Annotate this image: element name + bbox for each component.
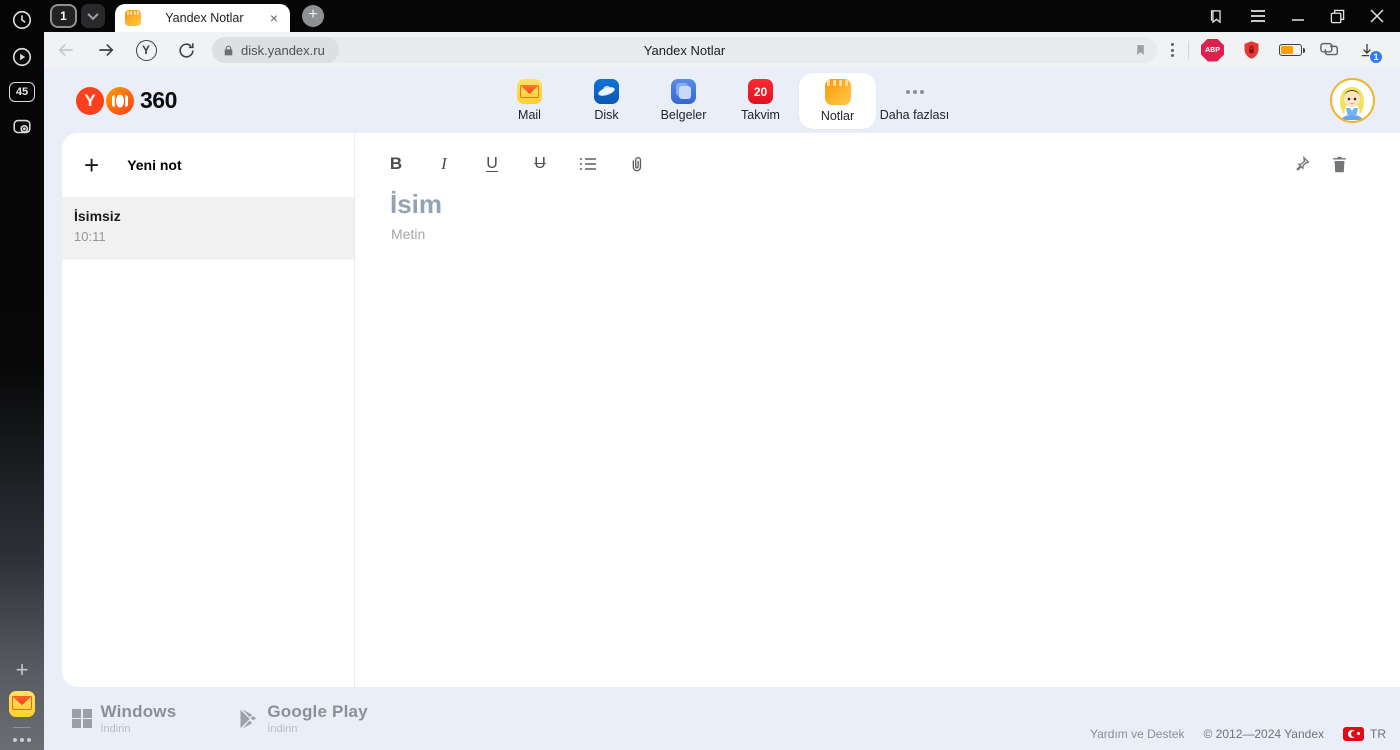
copyright-text: © 2012—2024 Yandex bbox=[1203, 727, 1325, 741]
page: Y 360 Mail Disk Belgeler 20 Takvim Notla… bbox=[44, 68, 1400, 750]
active-tab[interactable]: Yandex Notlar × bbox=[115, 4, 290, 32]
calendar-app-icon: 20 bbox=[748, 79, 773, 104]
tab-title: Yandex Notlar bbox=[165, 11, 244, 25]
extensions-icon[interactable] bbox=[1319, 40, 1341, 60]
forward-button[interactable] bbox=[92, 36, 120, 64]
omnibox-page-title: Yandex Notlar bbox=[643, 42, 726, 58]
address-bar[interactable]: disk.yandex.ru Yandex Notlar bbox=[212, 37, 1157, 63]
close-window-icon[interactable] bbox=[1370, 9, 1384, 23]
app-notlar[interactable]: Notlar bbox=[799, 72, 876, 129]
tab-list-chevron-button[interactable] bbox=[81, 4, 105, 28]
rail-divider bbox=[13, 727, 31, 728]
strikethrough-button[interactable]: U bbox=[529, 155, 551, 173]
battery-saver-icon[interactable] bbox=[1279, 44, 1305, 56]
language-selector[interactable]: TR bbox=[1343, 727, 1386, 741]
rail-more-icon[interactable] bbox=[13, 738, 31, 742]
note-editor: B I U U İsim Metin bbox=[355, 133, 1400, 687]
download-count-badge: 1 bbox=[1369, 50, 1383, 64]
italic-button[interactable]: I bbox=[433, 154, 455, 174]
omnibox-more-icon[interactable] bbox=[1165, 37, 1180, 63]
delete-note-button[interactable] bbox=[1331, 155, 1348, 174]
logo-360-text: 360 bbox=[140, 87, 177, 113]
page-footer: Windows İndirin Google Play İndirin Yard… bbox=[44, 687, 1400, 750]
chevron-down-icon bbox=[87, 8, 99, 21]
user-avatar[interactable] bbox=[1330, 78, 1375, 123]
screenshot-camera-icon[interactable] bbox=[10, 115, 34, 139]
back-button[interactable] bbox=[52, 36, 80, 64]
notes-app-icon bbox=[824, 78, 851, 105]
google-play-download-link[interactable]: Google Play İndirin bbox=[238, 702, 368, 735]
notes-list-panel: + Yeni not İsimsiz 10:11 bbox=[62, 133, 355, 687]
reload-button[interactable] bbox=[172, 36, 200, 64]
app-disk[interactable]: Disk bbox=[568, 73, 645, 129]
tab-close-icon[interactable]: × bbox=[268, 11, 280, 25]
documents-app-icon bbox=[671, 79, 696, 104]
yandex-y-logo-icon: Y bbox=[76, 86, 104, 115]
disk-app-icon bbox=[594, 79, 619, 104]
browser-menu-icon[interactable] bbox=[1250, 9, 1266, 23]
turkey-flag-icon bbox=[1343, 727, 1364, 741]
yandex360-logo[interactable]: Y 360 bbox=[76, 86, 177, 115]
windows-download-link[interactable]: Windows İndirin bbox=[72, 702, 176, 735]
underline-button[interactable]: U bbox=[481, 155, 503, 173]
pin-note-button[interactable] bbox=[1293, 155, 1311, 173]
bullet-list-button[interactable] bbox=[577, 155, 599, 173]
notes-favicon bbox=[125, 10, 141, 26]
app-mail[interactable]: Mail bbox=[491, 73, 568, 129]
help-support-link[interactable]: Yardım ve Destek bbox=[1090, 727, 1184, 741]
rail-count-badge[interactable]: 45 bbox=[9, 82, 35, 102]
history-clock-icon[interactable] bbox=[10, 8, 34, 32]
attachment-button[interactable] bbox=[625, 154, 647, 174]
tab-bar: 1 Yandex Notlar × + bbox=[44, 0, 1400, 32]
windows-icon bbox=[72, 708, 92, 729]
downloads-icon[interactable]: 1 bbox=[1358, 41, 1383, 64]
notes-content-card: + Yeni not İsimsiz 10:11 B I U U İsim Me… bbox=[62, 133, 1400, 687]
protect-shield-icon[interactable] bbox=[1241, 39, 1262, 61]
adblock-plus-icon[interactable]: ABP bbox=[1201, 38, 1224, 62]
bookmark-flag-icon[interactable] bbox=[1134, 42, 1147, 58]
rail-add-icon[interactable]: + bbox=[16, 659, 29, 681]
plus-icon: + bbox=[84, 150, 100, 180]
app-switcher: Mail Disk Belgeler 20 Takvim Notlar Daha… bbox=[491, 68, 953, 133]
yandex360-header: Y 360 Mail Disk Belgeler 20 Takvim Notla… bbox=[44, 68, 1400, 133]
editor-toolbar: B I U U bbox=[385, 148, 1348, 180]
more-apps-icon bbox=[902, 79, 927, 104]
url-text: disk.yandex.ru bbox=[241, 42, 325, 58]
app-more[interactable]: Daha fazlası bbox=[876, 73, 953, 129]
note-time: 10:11 bbox=[74, 229, 106, 244]
note-body-placeholder[interactable]: Metin bbox=[391, 226, 425, 242]
yandex360-o-icon bbox=[106, 86, 134, 115]
bold-button[interactable]: B bbox=[385, 154, 407, 174]
tab-counter-button[interactable]: 1 bbox=[50, 4, 77, 28]
new-note-button[interactable]: + Yeni not bbox=[62, 133, 354, 197]
browser-side-rail: 45 + bbox=[0, 0, 44, 750]
restore-window-icon[interactable] bbox=[1330, 9, 1345, 24]
yandex-home-button[interactable]: Y bbox=[132, 36, 160, 64]
note-title-placeholder[interactable]: İsim bbox=[390, 189, 442, 220]
browser-toolbar: Y disk.yandex.ru Yandex Notlar ABP 1 bbox=[44, 32, 1400, 68]
bookmarks-panel-icon[interactable] bbox=[1208, 8, 1225, 25]
yandex-mail-app-icon[interactable] bbox=[9, 691, 35, 717]
play-circle-icon[interactable] bbox=[10, 45, 34, 69]
app-takvim[interactable]: 20 Takvim bbox=[722, 73, 799, 129]
app-belgeler[interactable]: Belgeler bbox=[645, 73, 722, 129]
google-play-icon bbox=[238, 708, 258, 730]
note-title: İsimsiz bbox=[74, 208, 121, 224]
minimize-window-icon[interactable] bbox=[1291, 10, 1305, 22]
note-list-item[interactable]: İsimsiz 10:11 bbox=[62, 197, 354, 259]
new-tab-button[interactable]: + bbox=[302, 5, 324, 27]
toolbar-divider bbox=[1188, 41, 1189, 59]
mail-app-icon bbox=[517, 79, 542, 104]
site-identity-chip[interactable]: disk.yandex.ru bbox=[212, 37, 339, 63]
lock-icon bbox=[224, 45, 233, 55]
